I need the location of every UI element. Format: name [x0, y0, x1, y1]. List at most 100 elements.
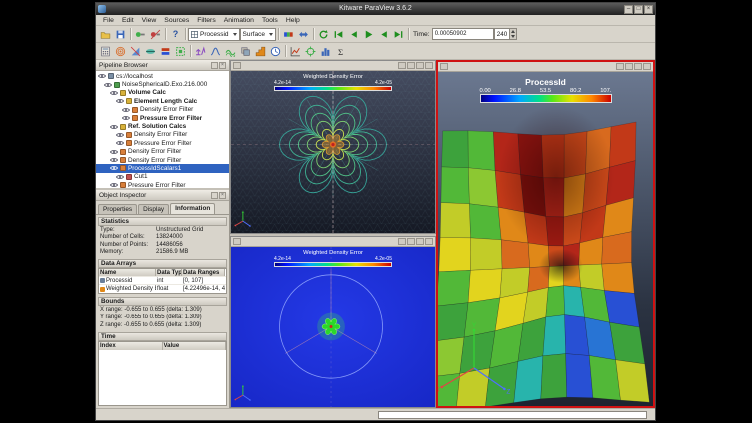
camera-icon[interactable]: [440, 63, 448, 70]
eye-icon[interactable]: [122, 107, 130, 113]
render-view-top[interactable]: Weighted Density Error 4.2e-144.2e-05: [230, 60, 436, 234]
tab-information[interactable]: Information: [170, 203, 215, 214]
pipeline-item-pressure-error-1[interactable]: Pressure Error Filter: [96, 114, 229, 122]
pipeline-item-pressure-error-2[interactable]: Pressure Error Filter: [96, 139, 229, 147]
pipeline-item-processid-scalars[interactable]: ProcessIdScalars1: [96, 164, 229, 172]
menu-file[interactable]: File: [99, 17, 118, 24]
clip-button[interactable]: [128, 44, 143, 59]
menu-filters[interactable]: Filters: [193, 17, 220, 24]
column-header-ranges[interactable]: Data Ranges: [182, 269, 225, 276]
tab-properties[interactable]: Properties: [98, 204, 137, 214]
color-legend[interactable]: Weighted Density Error 4.2e-144.2e-05: [274, 74, 392, 91]
menu-tools[interactable]: Tools: [258, 17, 282, 24]
menu-edit[interactable]: Edit: [118, 17, 138, 24]
pipeline-item-density-error-4[interactable]: Density Error Filter: [96, 156, 229, 164]
pipeline-item-element-length-calc[interactable]: Element Length Calc: [96, 97, 229, 105]
calculator-button[interactable]: [98, 44, 113, 59]
menu-help[interactable]: Help: [282, 17, 304, 24]
play-button[interactable]: [361, 27, 376, 42]
pipeline-item-volume-calc[interactable]: Volume Calc: [96, 89, 229, 97]
save-data-button[interactable]: [113, 27, 128, 42]
integrate-variables-button[interactable]: Σ: [333, 44, 348, 59]
eye-icon[interactable]: [116, 174, 124, 180]
close-view-icon[interactable]: [425, 238, 433, 245]
split-vertical-icon[interactable]: [407, 62, 415, 69]
close-icon[interactable]: ×: [219, 192, 226, 199]
pipeline-item-cut[interactable]: Cut1: [96, 173, 229, 181]
tab-display[interactable]: Display: [138, 204, 169, 214]
menu-animation[interactable]: Animation: [220, 17, 258, 24]
warp-vector-button[interactable]: [223, 44, 238, 59]
render-area-processid[interactable]: YXZ ProcessId 0.00 26.8 53.5 80.2 107.: [438, 72, 653, 406]
rescale-range-button[interactable]: [296, 27, 311, 42]
time-table[interactable]: Index Value: [98, 341, 227, 407]
split-horizontal-icon[interactable]: [616, 63, 624, 70]
pipeline-item-density-error-2[interactable]: Density Error Filter: [96, 131, 229, 139]
camera-icon[interactable]: [233, 62, 241, 69]
eye-icon[interactable]: [110, 90, 118, 96]
close-button[interactable]: ×: [644, 5, 653, 14]
representation-select[interactable]: Surface: [240, 28, 276, 41]
menu-sources[interactable]: Sources: [160, 17, 193, 24]
close-icon[interactable]: ×: [219, 62, 226, 69]
render-area-mesh[interactable]: Weighted Density Error 4.2e-144.2e-05: [231, 71, 435, 233]
threshold-button[interactable]: [158, 44, 173, 59]
help-button[interactable]: ?: [168, 27, 183, 42]
temporal-interpolator-button[interactable]: [268, 44, 283, 59]
plot-over-line-button[interactable]: [288, 44, 303, 59]
eye-icon[interactable]: [110, 157, 118, 163]
maximize-button[interactable]: □: [634, 5, 643, 14]
eye-icon[interactable]: [110, 149, 118, 155]
group-datasets-button[interactable]: [238, 44, 253, 59]
probe-location-button[interactable]: [303, 44, 318, 59]
eye-icon[interactable]: [116, 132, 124, 138]
color-legend[interactable]: ProcessId 0.00 26.8 53.5 80.2 107.: [480, 77, 612, 103]
histogram-button[interactable]: [318, 44, 333, 59]
pipeline-item-pressure-error-3[interactable]: Pressure Error Filter: [96, 181, 229, 188]
minimize-button[interactable]: –: [624, 5, 633, 14]
stream-tracer-button[interactable]: [208, 44, 223, 59]
next-frame-button[interactable]: [376, 27, 391, 42]
column-header-value[interactable]: Value: [163, 342, 227, 350]
spin-down-icon[interactable]: [510, 34, 516, 39]
undock-icon[interactable]: [211, 62, 218, 69]
column-header-name[interactable]: Name: [99, 269, 156, 276]
eye-icon[interactable]: [98, 73, 106, 79]
pipeline-item-density-error-3[interactable]: Density Error Filter: [96, 148, 229, 156]
glyph-button[interactable]: [193, 44, 208, 59]
eye-icon[interactable]: [104, 82, 112, 88]
disconnect-button[interactable]: [148, 27, 163, 42]
column-header-index[interactable]: Index: [99, 342, 163, 350]
render-view-bottom[interactable]: Weighted Density Error 4.2e-144.2e-05: [230, 236, 436, 408]
color-by-select[interactable]: Processid: [188, 28, 240, 41]
pipeline-item-reader[interactable]: NoiseSphericalD.Exo.216.000: [96, 80, 229, 88]
maximize-view-icon[interactable]: [634, 63, 642, 70]
split-vertical-icon[interactable]: [625, 63, 633, 70]
last-frame-button[interactable]: [391, 27, 406, 42]
contour-button[interactable]: [113, 44, 128, 59]
eye-icon[interactable]: [110, 124, 118, 130]
camera-icon[interactable]: [233, 238, 241, 245]
time-input[interactable]: 0.00050902: [432, 28, 494, 40]
column-header-type[interactable]: Data Type: [156, 269, 182, 276]
previous-frame-button[interactable]: [346, 27, 361, 42]
eye-icon[interactable]: [122, 115, 130, 121]
frame-spinbox[interactable]: 240: [494, 28, 518, 40]
eye-icon[interactable]: [110, 182, 118, 188]
split-vertical-icon[interactable]: [407, 238, 415, 245]
pipeline-item-ref-solution-calcs[interactable]: Ref. Solution Calcs: [96, 122, 229, 130]
pipeline-item-density-error-1[interactable]: Density Error Filter: [96, 106, 229, 114]
extract-subset-button[interactable]: [173, 44, 188, 59]
split-horizontal-icon[interactable]: [398, 62, 406, 69]
connect-button[interactable]: [133, 27, 148, 42]
render-area-slice[interactable]: Weighted Density Error 4.2e-144.2e-05: [231, 247, 435, 407]
maximize-view-icon[interactable]: [416, 238, 424, 245]
loop-button[interactable]: [316, 27, 331, 42]
maximize-view-icon[interactable]: [416, 62, 424, 69]
close-view-icon[interactable]: [643, 63, 651, 70]
open-file-button[interactable]: [98, 27, 113, 42]
table-row[interactable]: Weighted Density Error float [4.22496e-1…: [99, 285, 226, 293]
color-legend[interactable]: Weighted Density Error 4.2e-144.2e-05: [274, 250, 392, 267]
eye-icon[interactable]: [116, 98, 124, 104]
edit-color-map-button[interactable]: [281, 27, 296, 42]
